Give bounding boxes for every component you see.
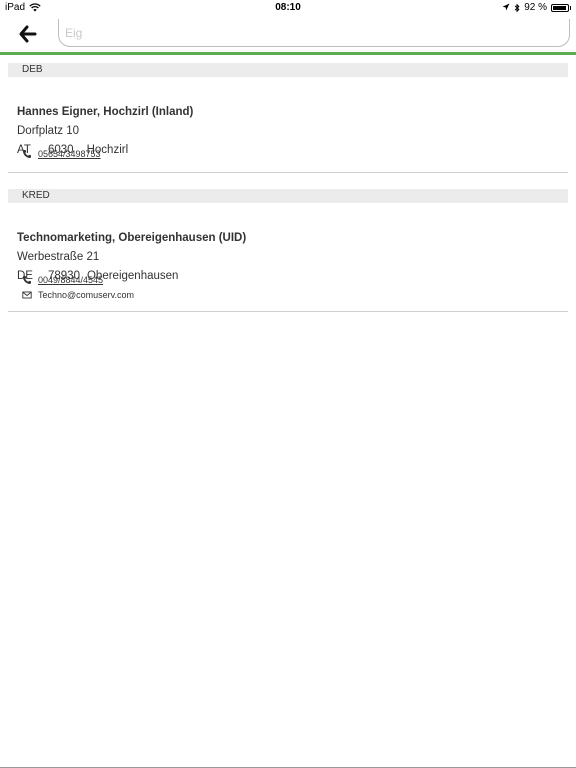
- street-address: Werbestraße 21: [17, 251, 100, 263]
- street-address: Dorfplatz 10: [17, 125, 80, 137]
- section-header: DEB: [8, 63, 568, 77]
- divider: [8, 172, 568, 173]
- contact-name: Hannes Eigner, Hochzirl (Inland): [17, 106, 194, 118]
- status-bar: iPad 08:10 92 %: [0, 0, 576, 16]
- result-section: DEB Hannes Eigner, Hochzirl (Inland) Dor…: [8, 63, 568, 174]
- divider: [8, 311, 568, 312]
- phone-link[interactable]: 05654/3498753: [38, 149, 101, 159]
- envelope-icon: [22, 291, 32, 299]
- status-time: 08:10: [275, 2, 301, 13]
- arrow-left-icon: [19, 25, 37, 43]
- battery-fill: [553, 5, 566, 10]
- email-text[interactable]: Techno@comuserv.com: [38, 290, 134, 300]
- section-header: KRED: [8, 189, 568, 203]
- email-row: Techno@comuserv.com: [22, 290, 134, 300]
- phone-row: 0049/8844/4545: [22, 275, 103, 285]
- contact-name: Technomarketing, Obereigenhausen (UID): [17, 232, 247, 244]
- search-input[interactable]: [58, 19, 570, 47]
- result-section: KRED Technomarketing, Obereigenhausen (U…: [8, 189, 568, 313]
- status-right: 92 %: [502, 2, 571, 13]
- back-button[interactable]: [18, 24, 40, 44]
- phone-icon: [23, 150, 31, 158]
- battery-tip: [570, 5, 571, 10]
- location-arrow-icon: [502, 3, 510, 11]
- phone-row: 05654/3498753: [22, 149, 101, 159]
- bluetooth-icon: [514, 2, 520, 13]
- battery-percent: 92 %: [524, 2, 547, 13]
- phone-link[interactable]: 0049/8844/4545: [38, 275, 103, 285]
- battery-icon: [551, 3, 569, 12]
- phone-icon: [23, 276, 31, 284]
- toolbar: [0, 16, 576, 55]
